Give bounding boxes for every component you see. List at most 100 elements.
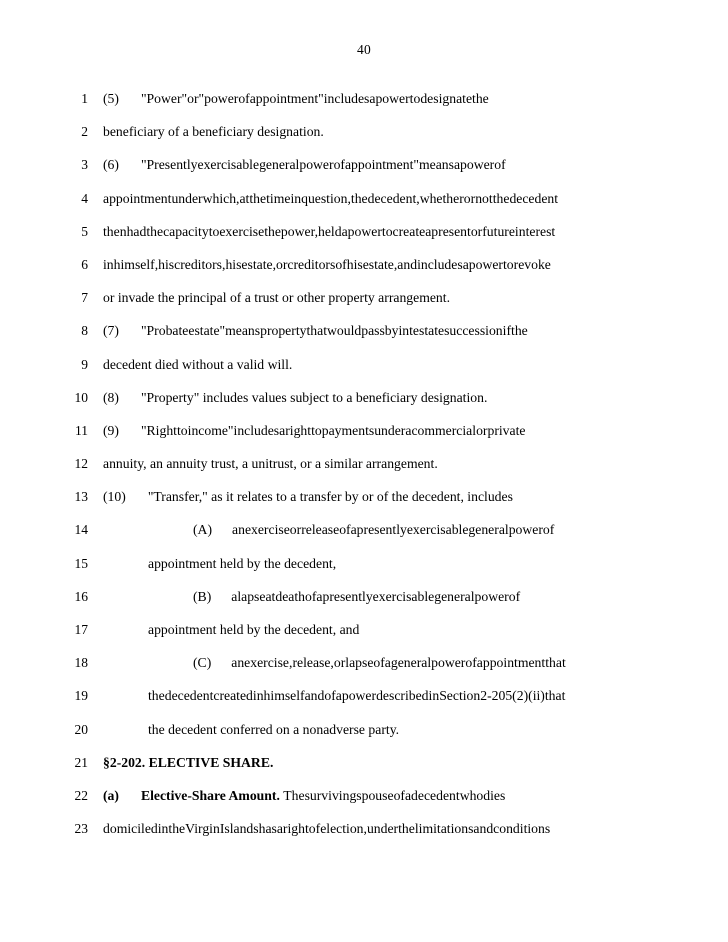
line-body: "Probate estate" means property that would pas…	[141, 321, 643, 341]
document-line: 16 (B) a lapse at death of a presently exercisabl…	[0, 586, 728, 619]
line-text: beneficiary of a beneficiary designation…	[103, 122, 643, 142]
word: or	[276, 256, 288, 272]
word: of	[373, 655, 385, 671]
word: created	[213, 688, 253, 704]
line-number: 20	[74, 721, 89, 737]
word: capacity	[163, 223, 209, 239]
word: exercise,	[244, 655, 293, 671]
line-number: 7	[81, 290, 88, 306]
word: Virgin	[185, 821, 220, 837]
word: to	[311, 422, 322, 438]
word: the	[148, 688, 165, 704]
line-body: "Property" includes values subject to a …	[140, 389, 488, 405]
document-line: 12 annuity, an annuity trust, a unitrust,…	[0, 453, 728, 486]
word: in	[157, 821, 169, 837]
word: or	[333, 655, 346, 671]
line-number: 5	[81, 223, 88, 239]
line-body: appointment under which, at the time in questio…	[103, 189, 643, 209]
document-line: 21 §2-202. ELECTIVE SHARE.	[0, 752, 728, 785]
word: then	[103, 223, 127, 239]
word: right	[285, 422, 312, 438]
word: "Power"	[140, 91, 188, 106]
line-text: (10) "Transfer," as it relates to a trans…	[103, 487, 643, 507]
word: of	[508, 588, 521, 604]
word: dies	[483, 787, 506, 803]
word: under	[374, 422, 406, 438]
line-text: in himself, his creditors, his estate, or credi…	[103, 255, 643, 275]
line-body: or invade the principal of a trust or ot…	[103, 290, 450, 306]
word: income"	[187, 422, 234, 438]
word: commercial	[411, 422, 477, 438]
line-number: 16	[74, 588, 89, 604]
marker-gap	[119, 89, 141, 109]
word: at	[265, 588, 276, 604]
line-number: 19	[74, 688, 89, 704]
word: in	[290, 190, 302, 206]
line-body: "Right to income" includes a right to payments u…	[141, 421, 643, 441]
document-line: 23 domiciled in the Virgin Islands has a right of…	[0, 818, 728, 851]
marker-gap	[211, 587, 231, 607]
line-body: "Power" or "power of appointment" includes a po…	[141, 89, 643, 109]
word: of	[238, 91, 250, 106]
marker-gap	[119, 155, 141, 175]
word: the	[168, 821, 186, 837]
word: decedent	[509, 190, 559, 206]
word: under	[171, 190, 203, 206]
document-line: 5 then had the capacity to exercise the power, he…	[0, 221, 728, 254]
document-line: 22 (a) Elective-Share Amount. The surviving…	[0, 785, 728, 818]
word: release	[301, 522, 340, 538]
word: had	[126, 223, 147, 239]
line-number: 2	[81, 124, 88, 140]
line-number: 21	[74, 754, 89, 770]
word: interest	[514, 223, 556, 239]
word: described	[376, 688, 429, 704]
word: by	[384, 323, 399, 339]
word: estate,	[362, 256, 398, 272]
word: himself	[263, 688, 305, 704]
line-text: appointment under which, at the time in questio…	[103, 189, 643, 209]
word: power	[341, 688, 377, 704]
word: death	[275, 588, 305, 604]
word: power	[347, 223, 382, 239]
document-line: 18 (C) an exercise, release, or lapse of a genera…	[0, 652, 728, 685]
word: includes	[233, 422, 280, 438]
word: exercisable	[197, 157, 260, 173]
document-line: 20 the decedent conferred on a nonadverse…	[0, 719, 728, 752]
run-in-heading: Elective-Share Amount.	[140, 787, 280, 803]
word: of	[465, 655, 477, 671]
line-number: 3	[81, 157, 88, 173]
document-line: 3 (6) "Presently exercisable general power of a…	[0, 154, 728, 187]
line-text: (a) Elective-Share Amount. The surviving sp…	[103, 786, 643, 806]
line-number: 4	[81, 190, 88, 206]
word: has	[258, 821, 277, 837]
word: Section	[439, 688, 481, 704]
word: to	[381, 223, 393, 239]
word: 2-205(2)(ii)	[480, 688, 545, 704]
line-text: appointment held by the decedent,	[148, 554, 643, 574]
word: spouse	[356, 787, 394, 803]
word: exercise	[219, 223, 265, 239]
line-number: 8	[81, 323, 88, 339]
word: or	[476, 422, 488, 438]
word: general	[259, 157, 300, 173]
word: power	[468, 256, 503, 272]
marker-gap	[119, 321, 141, 341]
word: the	[146, 223, 164, 239]
word: which,	[202, 190, 240, 206]
word: creditors	[287, 256, 336, 272]
word: not	[475, 190, 493, 206]
word: limitations	[414, 821, 474, 837]
word: of	[308, 821, 321, 837]
word: decedent,	[367, 190, 420, 206]
document-line: 4 appointment under which, at the time in questi…	[0, 188, 728, 221]
line-number: 9	[81, 356, 88, 372]
document-line: 2 beneficiary of a beneficiary designatio…	[0, 121, 728, 154]
word: general	[468, 522, 509, 538]
line-text: or invade the principal of a trust or ot…	[103, 288, 643, 308]
word: of	[305, 588, 317, 604]
word: power	[508, 522, 543, 538]
line-text: annuity, an annuity trust, a unitrust, o…	[103, 454, 643, 474]
word: decedent	[164, 688, 214, 704]
word: whether	[419, 190, 464, 206]
document-line: 17 appointment held by the decedent, and	[0, 619, 728, 652]
